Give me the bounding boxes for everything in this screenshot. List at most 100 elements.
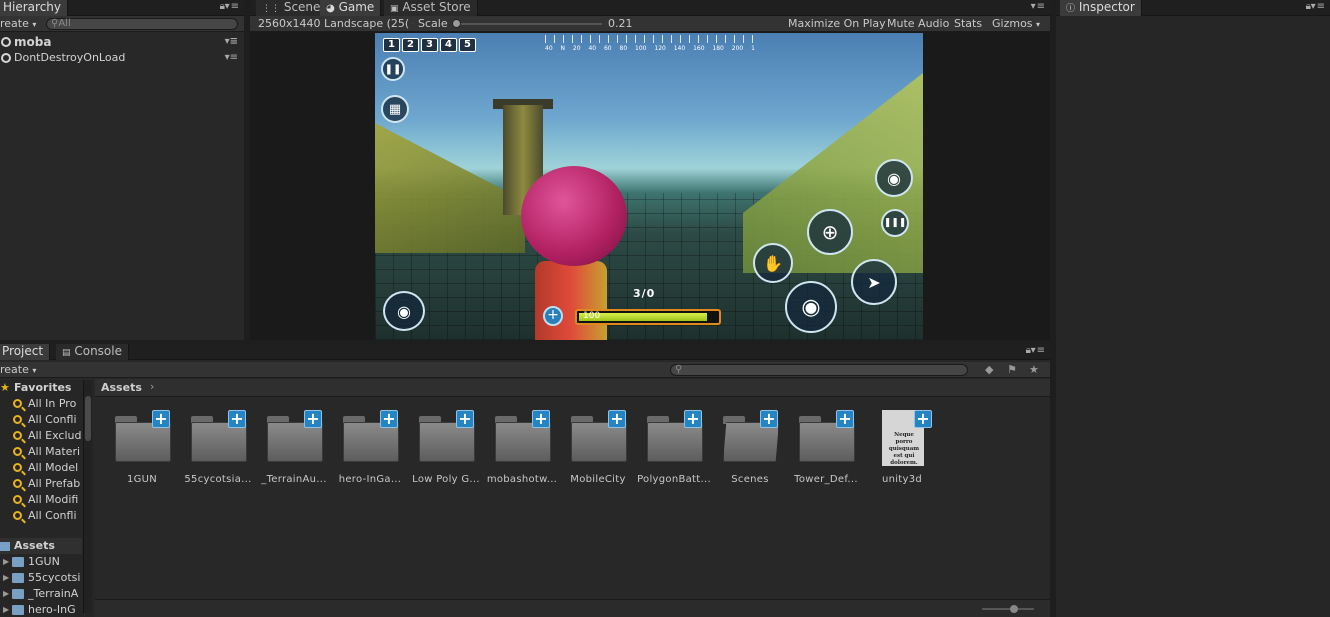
folder-icon: [12, 589, 24, 599]
panel-menu-icon[interactable]: ▾≡: [1311, 1, 1326, 15]
mute-audio-button[interactable]: Mute Audio: [887, 17, 949, 30]
hierarchy-scene-dontdestroy[interactable]: DontDestroyOnLoad ▾≡: [0, 50, 244, 66]
favorite-item[interactable]: All In Pro: [0, 396, 82, 412]
grab-hand-button[interactable]: ✋: [753, 243, 793, 283]
panel-menu-icon[interactable]: ▾≡: [1031, 1, 1046, 15]
scale-slider[interactable]: [452, 19, 602, 28]
dropdown-arrow-icon: ▾: [1036, 20, 1041, 29]
stats-button[interactable]: Stats: [954, 17, 982, 30]
dropdown-arrow-icon: ▾: [32, 20, 37, 29]
panel-menu-icon[interactable]: ▾≡: [1031, 345, 1046, 359]
asset-item-folder[interactable]: + 55cycotsia...: [172, 410, 251, 490]
create-dropdown[interactable]: reate ▾: [0, 17, 36, 30]
favorite-item[interactable]: All Confli: [0, 508, 82, 524]
icon-size-slider[interactable]: [982, 605, 1034, 613]
row-menu-icon[interactable]: ▾≡: [225, 34, 238, 50]
pacman-icon: ◕: [326, 3, 335, 14]
hierarchy-scene-moba[interactable]: moba ▾≡: [0, 34, 244, 50]
tab-game-label: Game: [338, 0, 375, 14]
weapon-slot-2[interactable]: 2: [402, 38, 419, 52]
tab-hierarchy[interactable]: Hierarchy: [0, 0, 69, 16]
panel-menu-icon[interactable]: ▾≡: [225, 1, 240, 15]
weapon-slot-3[interactable]: 3: [421, 38, 438, 52]
weapon-slot-5[interactable]: 5: [459, 38, 476, 52]
scale-slider-handle[interactable]: [452, 19, 461, 28]
asset-item-folder[interactable]: + Low Poly G...: [400, 410, 480, 490]
tab-console[interactable]: ▤ Console: [56, 344, 129, 360]
asset-item-folder[interactable]: + MobileCity: [552, 410, 628, 490]
asset-item-folder[interactable]: + 1GUN: [96, 410, 172, 490]
compass-ticks: [545, 35, 755, 43]
weapon-slot-4[interactable]: 4: [440, 38, 457, 52]
tab-inspector[interactable]: ⓘ Inspector: [1060, 0, 1142, 16]
heal-plus-button[interactable]: +: [543, 306, 563, 326]
backpack-button[interactable]: ▦: [381, 95, 409, 123]
game-panel: ⋮⋮ Scene ◕ Game ▣ Asset Store ▾≡ 2560x14…: [250, 0, 1050, 340]
fire-button-right[interactable]: ◉: [785, 281, 837, 333]
tree-scrollbar-thumb[interactable]: [85, 396, 91, 441]
asset-item-document[interactable]: Neque porro quisquam est qui dolorem. + …: [864, 410, 940, 490]
assets-tree-header[interactable]: Assets: [0, 538, 82, 554]
search-placeholder: All: [58, 18, 71, 29]
resolution-label: 2560x1440 Landscape (25(: [258, 17, 410, 30]
camera-button[interactable]: ◉: [875, 159, 913, 197]
asset-item-folder[interactable]: + mobashotw...: [476, 410, 557, 490]
compass-label: 120: [654, 45, 666, 52]
favorite-item[interactable]: All Exclud: [0, 428, 82, 444]
row-menu-icon[interactable]: ▾≡: [225, 50, 238, 66]
asset-tree-item[interactable]: ▶ 55cycotsi: [0, 570, 82, 586]
expand-arrow-icon[interactable]: ▶: [3, 602, 9, 617]
filter-label-icon[interactable]: ⚑: [1007, 363, 1017, 376]
asset-item-folder[interactable]: + _TerrainAu...: [248, 410, 326, 490]
favorite-label: All Model: [28, 461, 79, 474]
favorite-star-icon[interactable]: ★: [1029, 363, 1039, 376]
create-dropdown[interactable]: reate ▾: [0, 363, 36, 376]
expand-arrow-icon[interactable]: ▶: [3, 586, 9, 602]
asset-item-folder[interactable]: + Tower_Def...: [780, 410, 858, 490]
expand-arrow-icon[interactable]: ▶: [3, 570, 9, 586]
favorites-header[interactable]: ★ Favorites: [0, 380, 90, 396]
favorite-item[interactable]: All Model: [0, 460, 82, 476]
expand-arrow-icon[interactable]: ▶: [3, 554, 9, 570]
project-search-input[interactable]: ⚲: [670, 364, 968, 376]
game-viewport[interactable]: 1 2 3 4 5 40 N 20 40 60 80 100 120 140 1…: [375, 33, 923, 340]
asset-tree-item[interactable]: ▶ _TerrainA: [0, 586, 82, 602]
asset-item-folder-open[interactable]: + Scenes: [704, 410, 780, 490]
folder-icon: [12, 605, 24, 615]
asset-tree-item[interactable]: ▶ hero-InG: [0, 602, 82, 617]
bullets-button[interactable]: ❚❚❚: [881, 209, 909, 237]
favorite-item[interactable]: All Prefab: [0, 476, 82, 492]
jump-button[interactable]: ➤: [851, 259, 897, 305]
plus-badge-icon: +: [228, 410, 246, 428]
breadcrumb-assets[interactable]: Assets: [101, 381, 142, 394]
favorite-label: All Confli: [28, 509, 77, 522]
tab-scene[interactable]: ⋮⋮ Scene: [256, 0, 328, 16]
weapon-slot-1[interactable]: 1: [383, 38, 400, 52]
folder-body: [191, 422, 247, 462]
asset-item-folder[interactable]: + hero-InGa...: [324, 410, 401, 490]
hero-head: [521, 166, 627, 266]
asset-item-folder[interactable]: + PolygonBatt...: [628, 410, 711, 490]
plus-badge-icon: +: [836, 410, 854, 428]
favorite-item[interactable]: All Confli: [0, 412, 82, 428]
tab-asset-store[interactable]: ▣ Asset Store: [384, 0, 478, 16]
filter-type-icon[interactable]: ◆: [985, 363, 993, 376]
aim-crosshair-button[interactable]: ⊕: [807, 209, 853, 255]
icon-size-slider-handle[interactable]: [1010, 605, 1018, 613]
fire-button-left[interactable]: ◉: [383, 291, 425, 331]
tab-game[interactable]: ◕ Game: [320, 0, 382, 16]
pause-button[interactable]: ❚❚: [381, 57, 405, 81]
tree-scrollbar[interactable]: [83, 380, 92, 613]
asset-tree-item[interactable]: ▶ 1GUN: [0, 554, 82, 570]
tab-project[interactable]: Project: [0, 344, 51, 360]
search-icon: [13, 495, 22, 504]
favorite-item[interactable]: All Modifi: [0, 492, 82, 508]
hierarchy-search-input[interactable]: ⚲All: [46, 18, 238, 30]
gizmos-dropdown[interactable]: Gizmos ▾: [992, 17, 1040, 30]
info-icon: ⓘ: [1066, 4, 1076, 14]
folder-body: [647, 422, 703, 462]
health-value: 100: [583, 311, 601, 321]
resolution-dropdown[interactable]: 2560x1440 Landscape (25( ▾: [258, 17, 413, 30]
maximize-on-play-button[interactable]: Maximize On Play: [788, 17, 886, 30]
favorite-item[interactable]: All Materi: [0, 444, 82, 460]
